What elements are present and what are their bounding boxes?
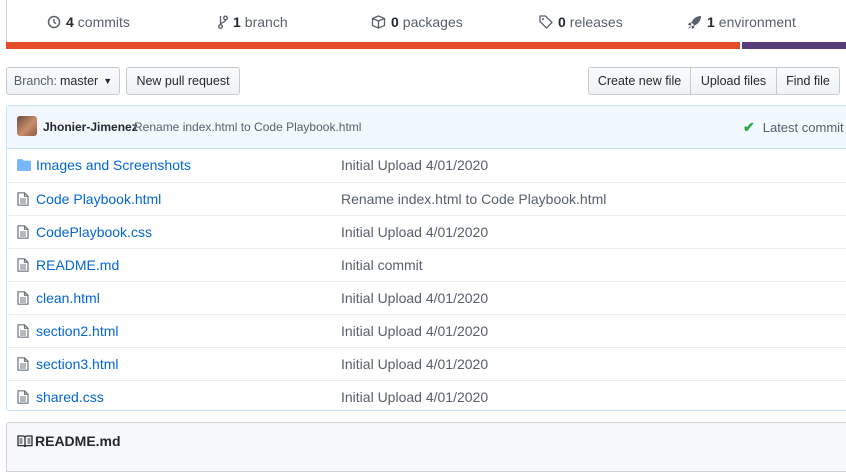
file-row: README.md Initial commit	[7, 248, 846, 281]
file-name-link[interactable]: section2.html	[36, 323, 118, 339]
package-icon	[371, 15, 386, 29]
file-table: Jhonier-Jimenez Rename index.html to Cod…	[6, 105, 846, 411]
file-name-link[interactable]: README.md	[36, 257, 119, 273]
latest-commit-bar: Jhonier-Jimenez Rename index.html to Cod…	[7, 106, 846, 149]
language-bar	[6, 42, 846, 49]
readme-title[interactable]: README.md	[35, 433, 121, 449]
file-commit-message[interactable]: Rename index.html to Code Playbook.html	[341, 191, 606, 207]
tag-icon	[539, 15, 553, 29]
upload-files-button[interactable]: Upload files	[690, 67, 777, 95]
file-commit-message[interactable]: Initial Upload 4/01/2020	[341, 389, 488, 405]
file-commit-message[interactable]: Initial Upload 4/01/2020	[341, 290, 488, 306]
readme-header: README.md	[6, 422, 846, 472]
check-icon: ✔	[743, 119, 755, 135]
file-row: CodePlaybook.css Initial Upload 4/01/2020	[7, 215, 846, 248]
folder-icon	[17, 158, 31, 174]
branch-prefix: Branch:	[13, 74, 57, 88]
file-commit-message[interactable]: Initial Upload 4/01/2020	[341, 356, 488, 372]
branch-select-button[interactable]: Branch: master ▼	[6, 67, 120, 95]
releases-label: releases	[569, 14, 623, 30]
file-icon	[17, 225, 29, 242]
language-segment-html	[6, 42, 741, 49]
branch-icon	[218, 15, 228, 29]
file-icon	[17, 258, 29, 275]
branch-name: master	[59, 74, 99, 88]
commit-author[interactable]: Jhonier-Jimenez	[43, 120, 138, 134]
branches-label: branch	[244, 14, 288, 30]
commits-count: 4	[66, 14, 74, 30]
packages-label: packages	[402, 14, 463, 30]
file-icon	[17, 324, 29, 341]
rocket-icon	[688, 15, 701, 29]
file-row: Images and Screenshots Initial Upload 4/0…	[7, 149, 846, 182]
file-row: Code Playbook.html Rename index.html to C…	[7, 182, 846, 215]
file-commit-message[interactable]: Initial Upload 4/01/2020	[341, 224, 488, 240]
latest-commit-status: ✔ Latest commit	[743, 119, 844, 136]
environments-count: 1	[707, 14, 715, 30]
file-icon	[17, 192, 29, 209]
file-commit-message[interactable]: Initial Upload 4/01/2020	[341, 157, 488, 173]
file-row: section3.html Initial Upload 4/01/2020	[7, 347, 846, 380]
file-name-link[interactable]: section3.html	[36, 356, 118, 372]
releases-count: 0	[558, 14, 566, 30]
file-icon	[17, 390, 29, 407]
find-file-button[interactable]: Find file	[776, 67, 840, 95]
file-commit-message[interactable]: Initial Upload 4/01/2020	[341, 323, 488, 339]
file-name-link[interactable]: Images and Screenshots	[36, 157, 191, 173]
file-name-link[interactable]: shared.css	[36, 389, 104, 405]
releases-link[interactable]: 0 releases	[539, 13, 623, 31]
file-name-link[interactable]: clean.html	[36, 290, 100, 306]
file-row: section2.html Initial Upload 4/01/2020	[7, 314, 846, 347]
file-icon	[17, 357, 29, 374]
environments-link[interactable]: 1 environment	[687, 13, 796, 31]
packages-count: 0	[391, 14, 399, 30]
file-icon	[17, 291, 29, 308]
history-icon	[47, 15, 61, 29]
packages-link[interactable]: 0 packages	[371, 13, 463, 31]
repo-stats-bar: 4 commits 1 branch 0 packages 0 releases…	[6, 0, 846, 42]
file-row: shared.css Initial Upload 4/01/2020	[7, 380, 846, 410]
commit-message[interactable]: Rename index.html to Code Playbook.html	[134, 120, 361, 134]
file-name-link[interactable]: Code Playbook.html	[36, 191, 161, 207]
environments-label: environment	[718, 14, 796, 30]
commits-label: commits	[77, 14, 130, 30]
author-avatar[interactable]	[17, 116, 37, 136]
file-row: clean.html Initial Upload 4/01/2020	[7, 281, 846, 314]
file-name-link[interactable]: CodePlaybook.css	[36, 224, 152, 240]
branches-count: 1	[233, 14, 241, 30]
language-segment-css	[742, 42, 846, 49]
create-new-file-button[interactable]: Create new file	[588, 67, 691, 95]
branches-link[interactable]: 1 branch	[218, 13, 288, 31]
file-commit-message[interactable]: Initial commit	[341, 257, 423, 273]
caret-down-icon: ▼	[103, 76, 113, 86]
book-icon	[17, 435, 33, 448]
latest-commit-label[interactable]: Latest commit	[763, 120, 844, 135]
new-pull-request-button[interactable]: New pull request	[126, 67, 240, 95]
file-list: Images and Screenshots Initial Upload 4/0…	[7, 149, 846, 410]
commits-link[interactable]: 4 commits	[47, 13, 130, 31]
